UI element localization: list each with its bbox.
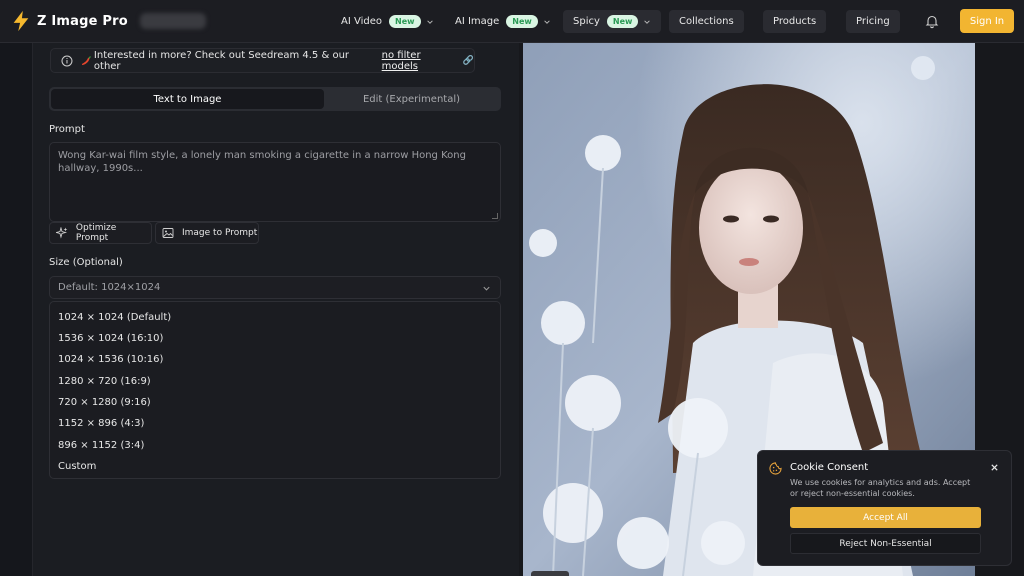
optimize-prompt-button[interactable]: Optimize Prompt (49, 222, 152, 244)
optimize-prompt-label: Optimize Prompt (75, 223, 117, 243)
cookie-text: We use cookies for analytics and ads. Ac… (790, 478, 971, 498)
size-option[interactable]: 1024 × 1024 (Default) (58, 312, 171, 323)
image-to-prompt-button[interactable]: Image to Prompt (155, 222, 259, 244)
lightning-bolt-icon (13, 10, 29, 32)
sign-in-button[interactable]: Sign In (960, 9, 1014, 33)
chevron-down-icon (426, 19, 433, 24)
cookie-title: Cookie Consent (790, 462, 869, 473)
nav-label: Spicy (573, 16, 600, 27)
new-badge: New (606, 15, 639, 28)
close-icon[interactable] (990, 463, 999, 472)
chevron-down-icon (644, 19, 651, 24)
size-option[interactable]: 720 × 1280 (9:16) (58, 397, 151, 408)
nav-pricing[interactable]: Pricing (846, 10, 900, 33)
nav-ai-image[interactable]: AI Image New (455, 10, 551, 33)
nav-products[interactable]: Products (763, 10, 827, 33)
tab-text-to-image[interactable]: Text to Image (51, 89, 324, 109)
prompt-placeholder: Wong Kar-wai film style, a lonely man sm… (58, 150, 466, 174)
reject-non-essential-button[interactable]: Reject Non-Essential (790, 533, 981, 554)
cookie-icon (769, 462, 782, 475)
info-notice: Interested in more? Check out Seedream 4… (50, 48, 475, 73)
nav-label: Products (773, 16, 817, 27)
tab-edit-experimental[interactable]: Edit (Experimental) (324, 89, 499, 109)
size-selected-value: Default: 1024×1024 (58, 282, 161, 293)
info-icon (61, 55, 73, 66)
nav-ai-video[interactable]: AI Video New (341, 10, 434, 33)
prompt-textarea[interactable]: Wong Kar-wai film style, a lonely man sm… (49, 142, 501, 222)
size-option[interactable]: 1536 × 1024 (16:10) (58, 333, 163, 344)
nav-spicy[interactable]: Spicy New (563, 10, 662, 33)
chevron-down-icon (544, 19, 550, 24)
brand-logo[interactable]: Z Image Pro (10, 10, 206, 32)
nav-label: Collections (679, 16, 734, 27)
nav-label: AI Image (455, 16, 500, 27)
brand-name: Z Image Pro (37, 13, 128, 29)
chevron-down-icon (483, 286, 490, 291)
notice-text: Interested in more? Check out Seedream 4… (93, 49, 350, 72)
blurred-badge (139, 13, 206, 29)
new-badge: New (506, 15, 538, 28)
sparkles-icon (56, 227, 68, 239)
nav-label: Pricing (856, 16, 890, 27)
size-option[interactable]: 1280 × 720 (16:9) (58, 376, 151, 387)
image-icon (162, 228, 174, 238)
chili-pepper-icon (81, 55, 91, 65)
new-badge: New (389, 15, 421, 28)
size-option[interactable]: 1152 × 896 (4:3) (58, 418, 144, 429)
size-label: Size (Optional) (49, 257, 123, 268)
bell-icon[interactable] (924, 13, 940, 29)
prompt-label: Prompt (49, 124, 85, 135)
cookie-consent-dialog: Cookie Consent We use cookies for analyt… (757, 450, 1012, 566)
size-select[interactable]: Default: 1024×1024 (49, 276, 501, 299)
top-header: Z Image Pro AI Video New AI Image New Sp… (0, 0, 1024, 43)
image-caption-tag (531, 571, 569, 576)
size-dropdown: 1024 × 1024 (Default) 1536 × 1024 (16:10… (49, 301, 501, 479)
size-option[interactable]: 896 × 1152 (3:4) (58, 440, 144, 451)
image-to-prompt-label: Image to Prompt (182, 228, 258, 238)
resize-handle-icon[interactable] (492, 213, 498, 219)
accept-all-button[interactable]: Accept All (790, 507, 981, 528)
size-option[interactable]: 1024 × 1536 (10:16) (58, 354, 163, 365)
no-filter-models-link[interactable]: no filter models (382, 50, 460, 72)
nav-collections[interactable]: Collections (669, 10, 744, 33)
nav-label: AI Video (341, 16, 382, 27)
mode-tabs: Text to Image Edit (Experimental) (49, 87, 501, 111)
size-option[interactable]: Custom (58, 461, 96, 472)
link-icon: 🔗 (462, 55, 474, 66)
